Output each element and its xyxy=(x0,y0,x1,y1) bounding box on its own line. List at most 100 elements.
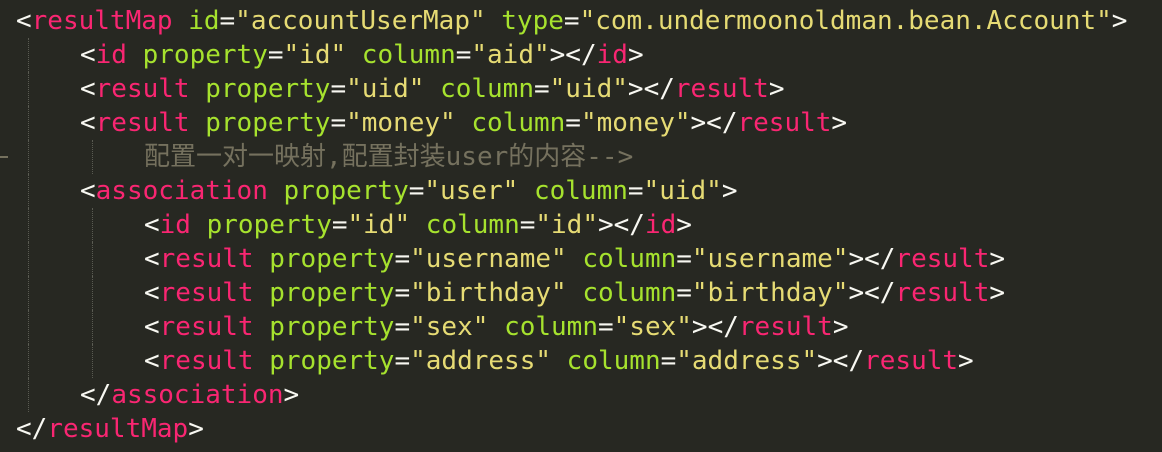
tag-name-token: result xyxy=(159,312,254,342)
punctuation-token xyxy=(486,6,502,36)
punctuation-token xyxy=(190,74,206,104)
punctuation-token: < xyxy=(80,108,96,138)
string-token: "uid" xyxy=(549,74,628,104)
punctuation-token: > xyxy=(958,346,974,376)
attribute-name-token: column xyxy=(440,74,534,104)
string-token: "sex" xyxy=(410,312,489,342)
code-line[interactable]: <result property="birthday" column="birt… xyxy=(0,276,1162,310)
tag-name-token: resultMap xyxy=(47,414,189,444)
punctuation-token xyxy=(268,176,284,206)
punctuation-token: = xyxy=(394,278,411,308)
indent-guide xyxy=(92,310,93,344)
string-token: "id" xyxy=(535,210,598,240)
code-line[interactable]: <result property="username" column="user… xyxy=(0,242,1162,276)
punctuation-token xyxy=(254,312,270,342)
tag-name-token: id xyxy=(644,210,677,240)
punctuation-token: = xyxy=(394,312,411,342)
string-token: "id" xyxy=(347,210,411,240)
comment-token: 配置一对一映射,配置封装user的内容--> xyxy=(144,142,634,172)
code-line[interactable]: <result property="money" column="money">… xyxy=(0,106,1162,140)
attribute-name-token: id xyxy=(188,6,220,36)
punctuation-token: = xyxy=(565,108,581,138)
punctuation-token: ></ xyxy=(848,278,896,308)
punctuation-token: = xyxy=(331,210,348,240)
code-line[interactable]: </association> xyxy=(0,378,1162,412)
punctuation-token: > xyxy=(831,108,848,138)
string-token: "username" xyxy=(691,244,849,274)
tag-name-token: result xyxy=(159,278,254,308)
punctuation-token: < xyxy=(80,176,96,206)
punctuation-token xyxy=(190,108,206,138)
string-token: "address" xyxy=(410,346,552,376)
code-line[interactable]: <resultMap id="accountUserMap" type="com… xyxy=(0,4,1162,38)
string-token: "money" xyxy=(580,108,691,138)
punctuation-token: ></ xyxy=(848,244,896,274)
code-line[interactable]: <result property="address" column="addre… xyxy=(0,344,1162,378)
punctuation-token: ></ xyxy=(691,312,739,342)
attribute-name-token: column xyxy=(582,278,677,308)
attribute-name-token: property xyxy=(269,346,395,376)
attribute-name-token: property xyxy=(269,278,395,308)
punctuation-token: = xyxy=(533,74,550,104)
indent-guide xyxy=(92,276,93,310)
punctuation-token xyxy=(424,74,440,104)
punctuation-token: < xyxy=(144,244,160,274)
punctuation-token: = xyxy=(519,210,536,240)
punctuation-token: > xyxy=(676,210,692,240)
attribute-name-token: column xyxy=(425,210,520,240)
tag-name-token: association xyxy=(111,380,284,410)
attribute-name-token: property xyxy=(206,210,332,240)
attribute-name-token: column xyxy=(471,108,566,138)
code-line[interactable]: <id property="id" column="id"></id> xyxy=(0,208,1162,242)
string-token: "username" xyxy=(410,244,567,274)
indent-guide xyxy=(28,174,29,208)
code-line[interactable]: <association property="user" column="uid… xyxy=(0,174,1162,208)
punctuation-token xyxy=(173,6,189,36)
punctuation-token: </ xyxy=(80,380,112,410)
punctuation-token: </ xyxy=(16,414,48,444)
attribute-name-token: type xyxy=(501,6,564,36)
gutter-fold-mark xyxy=(0,156,8,158)
punctuation-token: < xyxy=(144,278,160,308)
punctuation-token: = xyxy=(267,40,284,70)
indent-guide xyxy=(28,208,29,242)
code-line[interactable]: <result property="uid" column="uid"></re… xyxy=(0,72,1162,106)
punctuation-token: = xyxy=(394,346,411,376)
tag-name-token: result xyxy=(674,74,769,104)
punctuation-token: < xyxy=(144,346,160,376)
code-line[interactable]: 配置一对一映射,配置封装user的内容--> xyxy=(0,140,1162,174)
punctuation-token: > xyxy=(188,414,204,444)
string-token: "uid" xyxy=(643,176,722,206)
punctuation-token: < xyxy=(16,6,32,36)
code-line[interactable]: <result property="sex" column="sex"></re… xyxy=(0,310,1162,344)
tag-name-token: result xyxy=(159,244,254,274)
punctuation-token: = xyxy=(597,312,614,342)
attribute-name-token: column xyxy=(566,346,661,376)
punctuation-token xyxy=(254,346,270,376)
code-editor[interactable]: <resultMap id="accountUserMap" type="com… xyxy=(0,0,1162,452)
attribute-name-token: property xyxy=(283,176,409,206)
punctuation-token: = xyxy=(219,6,236,36)
punctuation-token: > xyxy=(721,176,738,206)
tag-name-token: result xyxy=(895,244,990,274)
attribute-name-token: property xyxy=(205,74,331,104)
punctuation-token: ></ xyxy=(549,40,597,70)
punctuation-token: = xyxy=(455,40,472,70)
tag-name-token: result xyxy=(864,346,959,376)
indent-guide xyxy=(28,38,29,72)
punctuation-token: = xyxy=(394,244,411,274)
punctuation-token: > xyxy=(768,74,785,104)
tag-name-token: result xyxy=(95,74,190,104)
punctuation-token: < xyxy=(144,210,160,240)
punctuation-token: > xyxy=(627,40,644,70)
indent-guide xyxy=(92,344,93,378)
punctuation-token: ></ xyxy=(690,108,738,138)
punctuation-token xyxy=(567,244,583,274)
code-line[interactable]: </resultMap> xyxy=(0,412,1162,446)
indent-guide xyxy=(92,242,93,276)
indent-guide xyxy=(28,276,29,310)
code-line[interactable]: <id property="id" column="aid"></id> xyxy=(0,38,1162,72)
tag-name-token: result xyxy=(737,108,832,138)
indent-guide xyxy=(28,106,29,140)
string-token: "id" xyxy=(283,40,347,70)
